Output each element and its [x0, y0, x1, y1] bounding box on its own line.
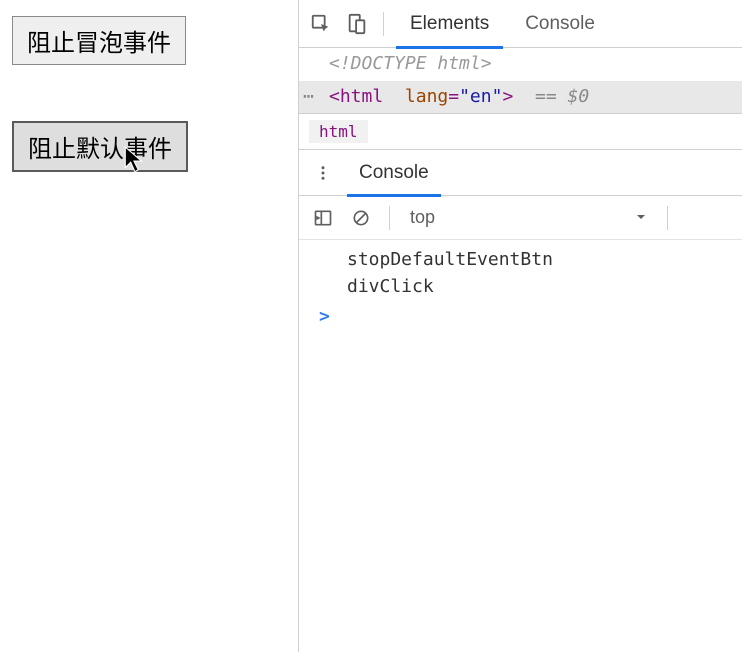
kebab-menu-icon[interactable] [309, 159, 337, 187]
tab-console[interactable]: Console [511, 0, 609, 48]
devtools-panel: Elements Console <!DOCTYPE html> ⋯ <html… [298, 0, 742, 652]
chevron-down-icon [635, 207, 647, 228]
drawer-tab-console[interactable]: Console [347, 150, 441, 196]
attr-equals: = [448, 86, 459, 107]
clear-console-icon[interactable] [347, 204, 375, 232]
elements-doctype-line[interactable]: <!DOCTYPE html> [299, 48, 742, 81]
toolbar-divider [389, 206, 390, 230]
selector-hint: == $0 [524, 86, 589, 107]
elements-breadcrumb: html [299, 113, 742, 150]
tag-open: <html [329, 86, 383, 107]
page-viewport: 阻止冒泡事件 阻止默认事件 [0, 0, 298, 652]
tab-elements[interactable]: Elements [396, 0, 503, 48]
inspect-element-icon[interactable] [307, 10, 335, 38]
prompt-chevron-icon: > [319, 306, 330, 327]
elements-html-line[interactable]: ⋯ <html lang="en"> == $0 [299, 81, 742, 114]
attr-value: "en" [459, 86, 502, 107]
console-toolbar: top [299, 196, 742, 240]
elements-tree[interactable]: <!DOCTYPE html> ⋯ <html lang="en"> == $0 [299, 48, 742, 113]
doctype-text: <!DOCTYPE html> [329, 53, 492, 74]
console-sidebar-toggle-icon[interactable] [309, 204, 337, 232]
drawer-header: Console [299, 150, 742, 196]
stop-propagation-button[interactable]: 阻止冒泡事件 [12, 16, 186, 65]
console-log-line[interactable]: divClick [299, 273, 742, 300]
tag-close: > [502, 86, 513, 107]
context-label: top [410, 207, 435, 228]
toolbar-divider [667, 206, 668, 230]
ellipsis-icon: ⋯ [303, 82, 314, 113]
console-log-line[interactable]: stopDefaultEventBtn [299, 246, 742, 273]
console-prompt[interactable]: > [299, 300, 742, 330]
toolbar-divider [383, 12, 384, 36]
devtools-toolbar: Elements Console [299, 0, 742, 48]
console-output[interactable]: stopDefaultEventBtn divClick > [299, 240, 742, 652]
execution-context-select[interactable]: top [404, 207, 653, 228]
device-toolbar-icon[interactable] [343, 10, 371, 38]
stop-default-event-button[interactable]: 阻止默认事件 [12, 121, 188, 172]
attr-name: lang [394, 86, 448, 107]
breadcrumb-item-html[interactable]: html [309, 120, 368, 143]
